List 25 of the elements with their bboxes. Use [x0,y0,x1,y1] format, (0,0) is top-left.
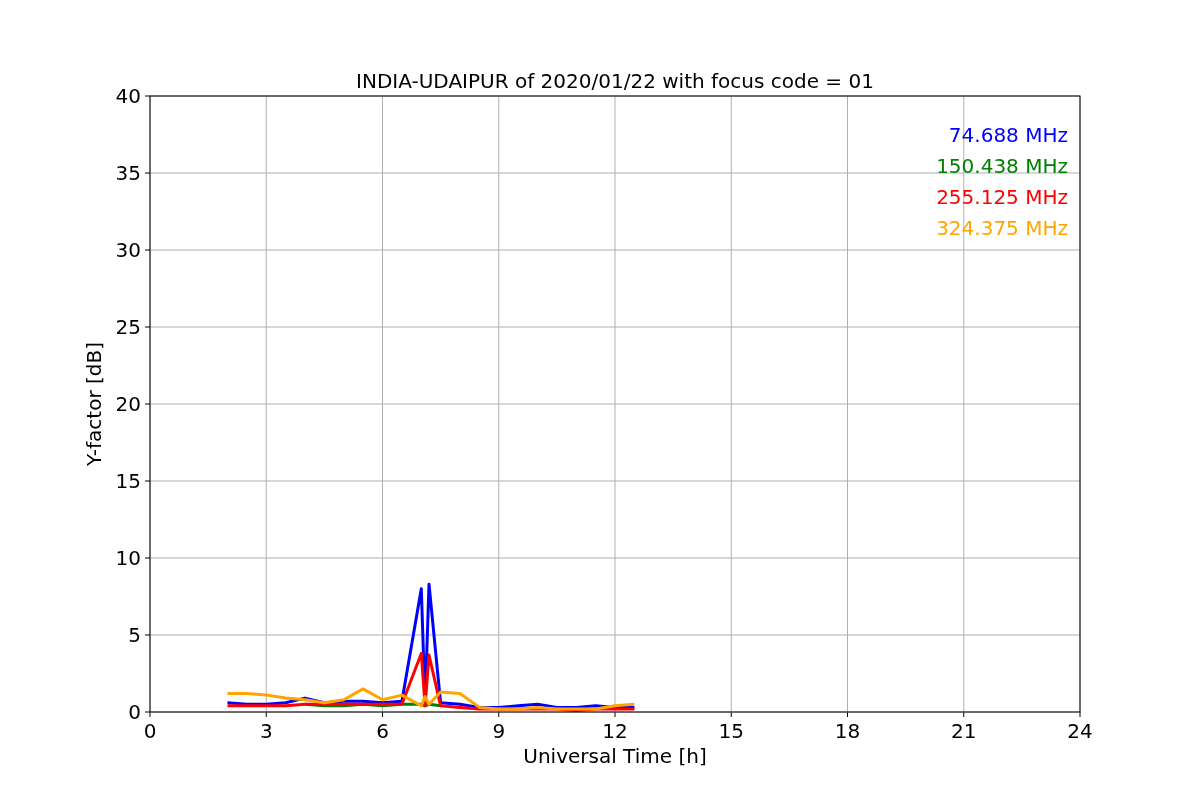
y-axis-label: Y-factor [dB] [82,342,106,466]
tick-label: 12 [602,719,628,743]
tick-label: 6 [376,719,389,743]
tick-label: 15 [718,719,744,743]
legend-label: 324.375 MHz [936,216,1068,240]
tick-label: 25 [115,315,141,339]
tick-label: 35 [115,161,141,185]
tick-label: 9 [492,719,506,743]
tick-label: 18 [834,719,861,743]
legend-label: 150.438 MHz [936,154,1068,178]
tick-label: 0 [128,700,141,724]
legend-label: 74.688 MHz [948,123,1068,147]
tick-label: 10 [115,546,141,570]
x-axis-label: Universal Time [h] [523,744,707,768]
tick-label: 3 [259,719,273,743]
tick-label: 24 [1067,719,1093,743]
tick-label: 20 [115,392,141,416]
tick-label: 21 [951,719,977,743]
legend-label: 255.125 MHz [936,185,1068,209]
tick-label: 5 [128,623,141,647]
tick-label: 0 [143,719,157,743]
tick-label: 30 [115,238,141,262]
tick-label: 15 [115,469,141,493]
tick-label: 40 [115,84,141,108]
chart-title: INDIA-UDAIPUR of 2020/01/22 with focus code = 01 [356,69,874,93]
